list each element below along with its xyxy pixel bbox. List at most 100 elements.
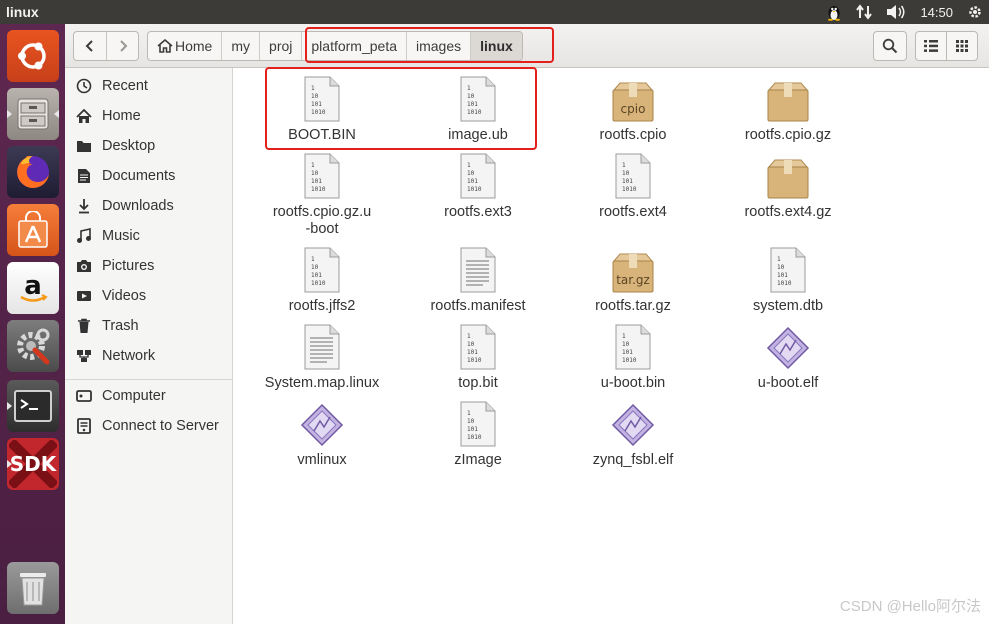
- file-item[interactable]: 1 10 101 1010 rootfs.cpio.gz.u-boot: [245, 151, 399, 238]
- launcher: a SDK: [0, 24, 65, 624]
- grid-view-button[interactable]: [946, 31, 978, 61]
- svg-text:1010: 1010: [467, 357, 482, 364]
- sidebar-item-label: Downloads: [102, 198, 174, 214]
- back-button[interactable]: [74, 32, 106, 60]
- executable-file-icon: [556, 399, 710, 447]
- file-item[interactable]: 1 10 101 1010 rootfs.jffs2: [245, 245, 399, 315]
- sidebar-item-label: Network: [102, 348, 156, 364]
- file-name: rootfs.ext4.gz: [744, 204, 832, 220]
- launcher-software-center[interactable]: [7, 204, 59, 256]
- sidebar-item-downloads[interactable]: Downloads: [65, 191, 233, 221]
- file-name: rootfs.cpio.gz.u-boot: [272, 204, 372, 237]
- file-name: u-boot.elf: [757, 375, 819, 391]
- settings-gear-icon[interactable]: [967, 4, 983, 20]
- file-cabinet-icon: [17, 98, 49, 130]
- breadcrumb-proj[interactable]: proj: [259, 32, 301, 60]
- svg-text:10: 10: [777, 264, 785, 271]
- indicator-area: 14:50: [826, 0, 983, 24]
- launcher-terminal[interactable]: [7, 380, 59, 432]
- file-item[interactable]: 1 10 101 1010 system.dtb: [711, 245, 865, 315]
- sidebar-item-videos[interactable]: Videos: [65, 281, 233, 311]
- sidebar-item-desktop[interactable]: Desktop: [65, 131, 233, 161]
- sidebar-item-trash[interactable]: Trash: [65, 311, 233, 341]
- document-icon: [75, 167, 93, 185]
- file-item[interactable]: cpio rootfs.cpio: [556, 74, 710, 144]
- sidebar-item-home[interactable]: Home: [65, 101, 233, 131]
- file-item[interactable]: System.map.linux: [245, 322, 399, 392]
- archive-box-icon: [711, 151, 865, 199]
- sidebar-item-network[interactable]: Network: [65, 341, 233, 371]
- file-item[interactable]: tar.gz rootfs.tar.gz: [556, 245, 710, 315]
- sidebar: Recent Home Desktop Documents Downloads …: [65, 68, 233, 624]
- music-icon: [75, 227, 93, 245]
- svg-text:10: 10: [622, 341, 630, 348]
- launcher-firefox[interactable]: [7, 146, 59, 198]
- file-item[interactable]: vmlinux: [245, 399, 399, 469]
- sidebar-divider: [65, 379, 233, 380]
- binary-file-icon: 1 10 101 1010: [556, 151, 710, 199]
- file-item[interactable]: rootfs.ext4.gz: [711, 151, 865, 221]
- file-item[interactable]: 1 10 101 1010 rootfs.ext3: [401, 151, 555, 221]
- video-icon: [75, 287, 93, 305]
- sidebar-item-computer[interactable]: Computer: [65, 381, 233, 411]
- screen: linux 14:50 a SDK Home my proj platform_…: [0, 0, 989, 624]
- svg-text:1010: 1010: [467, 186, 482, 193]
- amazon-icon: a: [20, 271, 48, 302]
- breadcrumb-home[interactable]: Home: [148, 32, 221, 60]
- file-name: rootfs.tar.gz: [595, 298, 671, 314]
- file-item[interactable]: rootfs.cpio.gz: [711, 74, 865, 144]
- sidebar-item-music[interactable]: Music: [65, 221, 233, 251]
- watermark: CSDN @Hello阿尔法: [839, 598, 981, 615]
- svg-text:1: 1: [622, 333, 626, 340]
- launcher-ubuntu-dash[interactable]: [7, 30, 59, 82]
- file-item[interactable]: 1 10 101 1010 rootfs.ext4: [556, 151, 710, 221]
- sidebar-item-documents[interactable]: Documents: [65, 161, 233, 191]
- home-icon: [157, 39, 173, 53]
- sidebar-item-label: Videos: [102, 288, 147, 304]
- sidebar-item-label: Home: [102, 108, 141, 124]
- file-name: vmlinux: [297, 452, 347, 468]
- file-item[interactable]: rootfs.manifest: [401, 245, 555, 315]
- file-item[interactable]: u-boot.elf: [711, 322, 865, 392]
- file-item[interactable]: zynq_fsbl.elf: [556, 399, 710, 469]
- tux-icon[interactable]: [826, 3, 842, 21]
- file-item[interactable]: 1 10 101 1010 top.bit: [401, 322, 555, 392]
- volume-icon[interactable]: [886, 4, 906, 20]
- camera-icon: [75, 257, 93, 275]
- file-name: rootfs.ext4: [599, 204, 667, 220]
- search-button[interactable]: [873, 31, 907, 61]
- archive-box-label: cpio: [620, 102, 646, 116]
- launcher-amazon[interactable]: a: [7, 262, 59, 314]
- file-item[interactable]: 1 10 101 1010 u-boot.bin: [556, 322, 710, 392]
- svg-text:101: 101: [467, 178, 478, 185]
- sidebar-item-recent[interactable]: Recent: [65, 71, 233, 101]
- launcher-sdk[interactable]: SDK: [7, 438, 59, 490]
- svg-text:1: 1: [467, 410, 471, 417]
- path-highlight-annotation: [305, 27, 554, 63]
- network-arrows-icon[interactable]: [856, 4, 873, 20]
- svg-text:10: 10: [311, 264, 319, 271]
- svg-text:10: 10: [467, 341, 475, 348]
- archive-box-icon: [711, 74, 865, 122]
- text-file-icon: [401, 245, 555, 293]
- breadcrumb-my[interactable]: my: [221, 32, 259, 60]
- network-icon: [75, 347, 93, 365]
- list-view-button[interactable]: [915, 31, 947, 61]
- sidebar-item-connect-to-server[interactable]: Connect to Server: [65, 411, 233, 441]
- window-title: linux: [6, 4, 39, 20]
- launcher-trash[interactable]: [7, 562, 59, 614]
- trash-icon: [75, 317, 93, 335]
- svg-text:1: 1: [777, 256, 781, 263]
- file-name: rootfs.cpio: [599, 127, 667, 143]
- clock-text[interactable]: 14:50: [920, 5, 953, 20]
- sidebar-item-pictures[interactable]: Pictures: [65, 251, 233, 281]
- launcher-files[interactable]: [7, 88, 59, 140]
- svg-text:a: a: [24, 271, 42, 301]
- file-item[interactable]: 1 10 101 1010 zImage: [401, 399, 555, 469]
- launcher-system-settings[interactable]: [7, 320, 59, 372]
- forward-button[interactable]: [106, 32, 138, 60]
- binary-file-icon: 1 10 101 1010: [711, 245, 865, 293]
- svg-text:1: 1: [311, 162, 315, 169]
- terminal-icon: [14, 390, 52, 422]
- archive-box-label: tar.gz: [616, 273, 650, 287]
